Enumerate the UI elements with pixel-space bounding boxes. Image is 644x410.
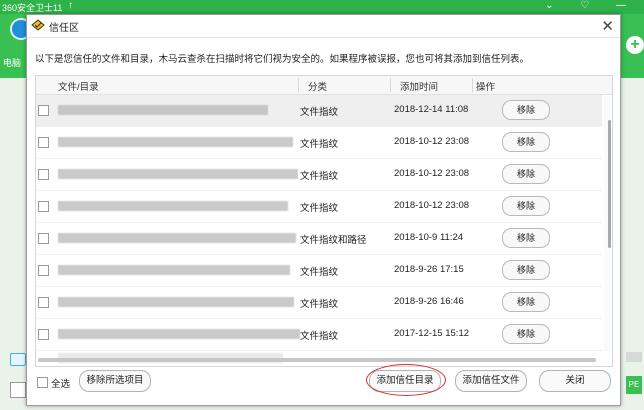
trust-zone-dialog: 信任区 ✕ 以下是您信任的文件和目录，木马云查杀在扫描时将它们视为安全的。如果程… (26, 14, 621, 406)
blurred-filename (58, 297, 294, 307)
row-checkbox[interactable] (38, 297, 49, 308)
table-header: 文件/目录 分类 添加时间 操作 (36, 76, 612, 95)
column-header-time[interactable]: 添加时间 (400, 79, 438, 93)
remove-button[interactable]: 移除 (502, 196, 550, 216)
blurred-filename (58, 137, 293, 147)
row-checkbox[interactable] (38, 169, 49, 180)
select-all-label[interactable]: 全选 (51, 376, 70, 390)
blurred-filename (58, 329, 300, 339)
upgrade-arrow-icon[interactable]: ↑ (68, 0, 73, 11)
blurred-filename (58, 265, 290, 275)
app-titlebar: 360安全卫士11 ↑ ⌄ ♡ — (0, 0, 644, 14)
table-row[interactable]: 文件指纹 2018-10-12 23:08 移除 (36, 191, 602, 223)
table-row[interactable]: 文件指纹和路径 2018-10-9 11:24 移除 (36, 223, 602, 255)
table-row[interactable]: 文件指纹 2018-10-12 23:08 移除 (36, 127, 602, 159)
dialog-title: 信任区 (49, 23, 79, 34)
blurred-filename (58, 169, 298, 179)
row-time: 2018-9-26 17:15 (394, 264, 464, 275)
dialog-description: 以下是您信任的文件和目录，木马云查杀在扫描时将它们视为安全的。如果程序被误报，您… (35, 54, 530, 65)
window-controls[interactable]: ⌄ ♡ — (545, 0, 638, 11)
row-time: 2018-9-26 16:46 (394, 296, 464, 307)
remove-button[interactable]: 移除 (502, 260, 550, 280)
dialog-titlebar: 信任区 ✕ (27, 15, 620, 38)
row-type: 文件指纹和路径 (300, 235, 367, 246)
trust-table: 文件/目录 分类 添加时间 操作 文件指纹 2018-12-14 11:08 移… (35, 75, 613, 367)
row-checkbox[interactable] (38, 201, 49, 212)
remove-selected-button[interactable]: 移除所选项目 (79, 370, 151, 392)
cloud-icon[interactable] (10, 353, 26, 366)
row-checkbox[interactable] (38, 233, 49, 244)
remove-button[interactable]: 移除 (502, 228, 550, 248)
remove-button[interactable]: 移除 (502, 324, 550, 344)
select-all-checkbox[interactable] (37, 377, 48, 388)
column-divider (298, 78, 299, 92)
remove-button[interactable]: 移除 (502, 100, 550, 120)
remove-button[interactable]: 移除 (502, 164, 550, 184)
row-type: 文件指纹 (300, 107, 339, 118)
side-panel-icon (626, 352, 642, 362)
row-type: 文件指纹 (300, 139, 339, 150)
row-time: 2018-10-12 23:08 (394, 168, 470, 179)
app-title: 360安全卫士11 (2, 3, 63, 13)
row-type: 文件指纹 (300, 267, 339, 278)
row-checkbox[interactable] (38, 137, 49, 148)
app-left-label: 电脑 (3, 58, 22, 68)
pe-badge[interactable]: PE (626, 376, 642, 394)
row-checkbox[interactable] (38, 105, 49, 116)
row-time: 2018-10-12 23:08 (394, 200, 470, 211)
horizontal-scrollbar[interactable] (38, 358, 596, 362)
close-icon[interactable]: ✕ (601, 17, 614, 35)
row-checkbox[interactable] (38, 329, 49, 340)
blurred-filename (58, 105, 268, 115)
vertical-scrollbar-thumb[interactable] (608, 120, 611, 248)
remove-button[interactable]: 移除 (502, 132, 550, 152)
column-header-type[interactable]: 分类 (308, 79, 327, 93)
add-trusted-file-button[interactable]: 添加信任文件 (455, 370, 527, 392)
table-row[interactable]: 文件指纹 2018-12-14 11:08 移除 (36, 95, 602, 127)
row-time: 2018-10-9 11:24 (394, 232, 464, 243)
row-type: 文件指纹 (300, 203, 339, 214)
column-header-action: 操作 (476, 82, 496, 93)
column-divider (390, 78, 391, 92)
table-row[interactable]: 文件指纹 2018-10-12 23:08 移除 (36, 159, 602, 191)
column-divider (472, 78, 473, 92)
row-checkbox[interactable] (38, 265, 49, 276)
row-time: 2018-10-12 23:08 (394, 136, 470, 147)
close-button[interactable]: 关闭 (539, 370, 611, 392)
table-row[interactable]: 文件指纹 2018-9-26 17:15 移除 (36, 255, 602, 287)
plus-icon[interactable]: + (626, 36, 644, 54)
table-row[interactable]: 文件指纹 2018-9-26 16:46 移除 (36, 287, 602, 319)
remove-button[interactable]: 移除 (502, 292, 550, 312)
row-type: 文件指纹 (300, 299, 339, 310)
highlight-annotation (366, 364, 446, 396)
table-row[interactable]: 文件指纹 2017-12-15 15:12 移除 (36, 319, 602, 351)
blurred-filename (58, 201, 288, 211)
blurred-filename (58, 233, 296, 243)
trust-shield-icon (31, 19, 45, 31)
row-time: 2017-12-15 15:12 (394, 328, 470, 339)
chart-icon[interactable] (10, 382, 26, 398)
row-type: 文件指纹 (300, 171, 339, 182)
column-header-file[interactable]: 文件/目录 (58, 79, 99, 93)
row-time: 2018-12-14 11:08 (394, 104, 469, 115)
row-type: 文件指纹 (300, 331, 339, 342)
